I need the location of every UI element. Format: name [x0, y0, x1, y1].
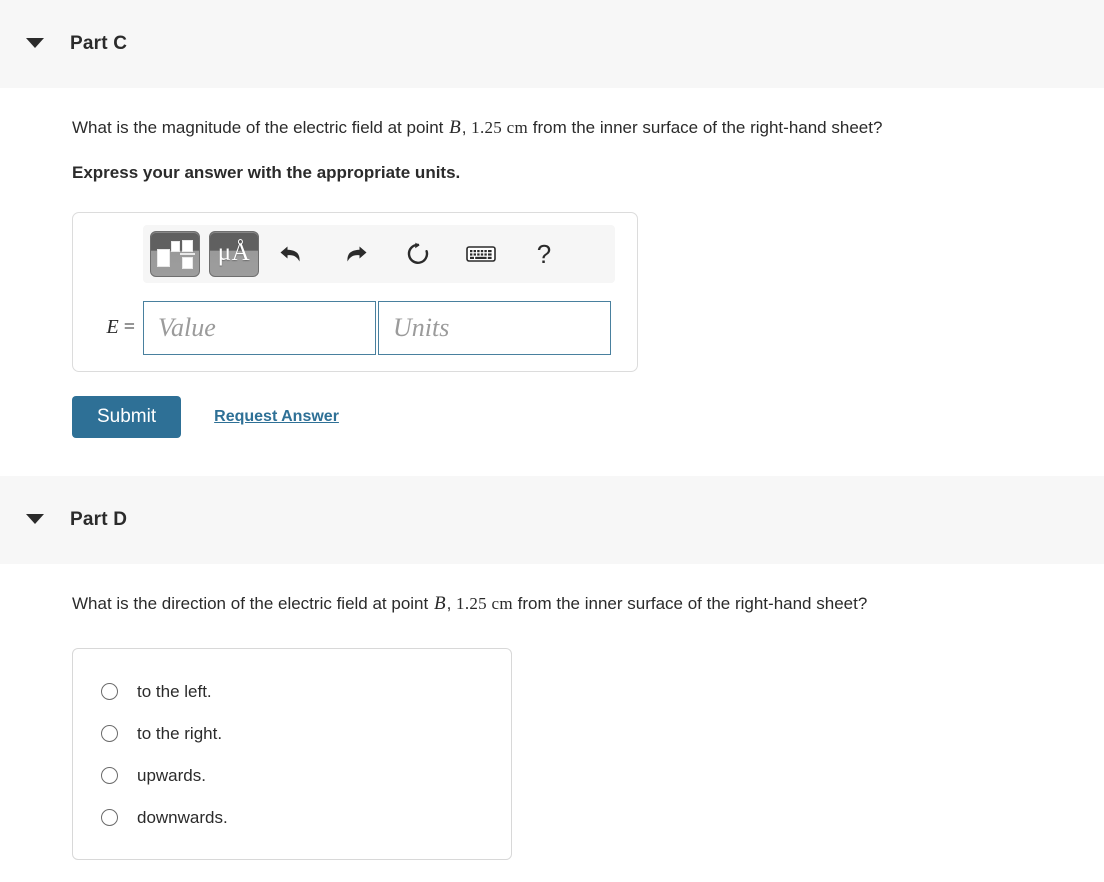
reset-button[interactable]	[394, 232, 442, 276]
question-mark-icon: ?	[536, 238, 552, 269]
question-text-prefix: What is the direction of the electric fi…	[72, 594, 433, 614]
question-text-suffix: from the inner surface of the right-hand…	[512, 594, 868, 614]
math-template-button[interactable]	[150, 230, 200, 277]
chevron-down-icon[interactable]	[26, 514, 44, 525]
question-distance: 1.25 cm	[471, 118, 529, 137]
question-point-label: B	[449, 117, 461, 138]
option-row-1[interactable]: to the right.	[73, 713, 511, 755]
redo-button[interactable]	[331, 232, 379, 276]
part-d-options: to the left. to the right. upwards. down…	[72, 647, 512, 860]
units-input[interactable]	[378, 300, 611, 355]
undo-button[interactable]	[268, 232, 316, 276]
micro-angstrom-icon: μÅ	[217, 239, 251, 266]
part-c-actions: Submit Request Answer	[72, 395, 1104, 439]
part-d-section: Part D What is the direction of the elec…	[0, 476, 1104, 860]
redo-icon	[347, 246, 367, 261]
part-c-question: What is the magnitude of the electric fi…	[72, 88, 1104, 143]
part-d-body: What is the direction of the electric fi…	[0, 564, 1104, 860]
radio-button-icon[interactable]	[101, 683, 118, 701]
option-label: to the left.	[137, 681, 212, 701]
part-c-section: Part C What is the magnitude of the elec…	[0, 0, 1104, 439]
equals-sign: =	[118, 316, 135, 338]
variable-e: E	[106, 316, 119, 338]
value-input[interactable]	[143, 300, 376, 355]
part-c-instruction: Express your answer with the appropriate…	[72, 162, 461, 182]
part-d-header[interactable]: Part D	[0, 476, 1104, 565]
reset-icon	[407, 242, 429, 264]
help-button[interactable]: ?	[520, 232, 568, 276]
option-row-2[interactable]: upwards.	[73, 755, 511, 797]
chevron-down-icon[interactable]	[26, 38, 44, 48]
math-template-icon	[155, 238, 195, 270]
answer-input-row: E =	[87, 300, 623, 355]
answer-toolbar: μÅ ?	[143, 224, 615, 283]
units-button[interactable]: μÅ	[209, 230, 259, 277]
keyboard-button[interactable]	[457, 232, 505, 276]
question-point-label: B	[433, 593, 446, 615]
keyboard-icon	[466, 245, 496, 262]
radio-button-icon[interactable]	[101, 767, 118, 785]
undo-icon	[280, 246, 300, 261]
question-text-mid: ,	[461, 118, 472, 137]
request-answer-link[interactable]: Request Answer	[214, 408, 339, 426]
part-c-title: Part C	[70, 33, 128, 54]
question-text-suffix: from the inner surface of the right-hand…	[528, 118, 883, 137]
option-label: downwards.	[137, 807, 228, 827]
part-c-header[interactable]: Part C	[0, 0, 1104, 88]
question-distance: 1.25 cm	[456, 594, 513, 614]
part-d-title: Part D	[70, 509, 128, 531]
option-label: upwards.	[137, 765, 206, 785]
part-c-answer-box: μÅ ? E = Value Units	[72, 211, 638, 372]
part-c-body: What is the magnitude of the electric fi…	[0, 88, 1104, 439]
radio-button-icon[interactable]	[101, 725, 118, 743]
radio-button-icon[interactable]	[101, 809, 118, 827]
question-text-prefix: What is the magnitude of the electric fi…	[72, 118, 449, 137]
option-row-0[interactable]: to the left.	[73, 671, 511, 713]
question-text-mid: ,	[446, 594, 457, 614]
part-d-question: What is the direction of the electric fi…	[72, 564, 1104, 619]
option-row-3[interactable]: downwards.	[73, 797, 511, 839]
answer-variable-label: E =	[87, 316, 143, 339]
submit-button[interactable]: Submit	[72, 395, 182, 439]
option-label: to the right.	[137, 723, 223, 743]
